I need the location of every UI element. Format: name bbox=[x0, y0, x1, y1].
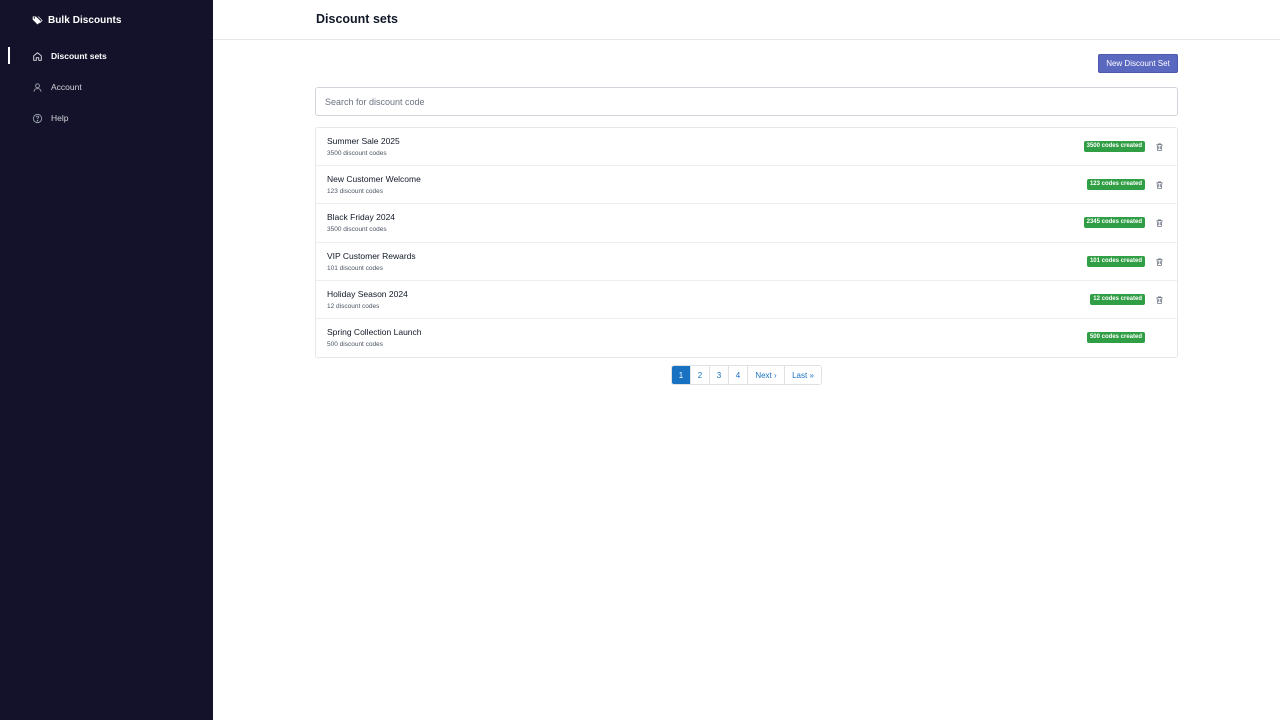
brand-name: Bulk Discounts bbox=[48, 14, 122, 26]
discount-code-count: 101 discount codes bbox=[327, 264, 384, 272]
sidebar-item-label: Account bbox=[51, 82, 82, 92]
next-page-button[interactable]: Next › bbox=[748, 366, 785, 384]
sidebar-item-label: Discount sets bbox=[51, 51, 107, 61]
status-badge: 101 codes created bbox=[1086, 255, 1145, 267]
home-icon bbox=[32, 51, 43, 62]
brand[interactable]: Bulk Discounts bbox=[32, 13, 122, 27]
tags-icon bbox=[32, 15, 43, 26]
status-badge: 500 codes created bbox=[1086, 331, 1145, 343]
page-4-button[interactable]: 4 bbox=[729, 366, 748, 384]
page-title: Discount sets bbox=[316, 12, 398, 26]
discount-code-count: 3500 discount codes bbox=[327, 226, 387, 234]
discount-code-count: 12 discount codes bbox=[327, 302, 380, 310]
discount-set-name: Black Friday 2024 bbox=[327, 212, 396, 223]
discount-set-list: Summer Sale 2025 3500 discount codes 350… bbox=[315, 127, 1178, 359]
status-badge: 2345 codes created bbox=[1083, 217, 1145, 229]
trash-icon[interactable] bbox=[1155, 295, 1164, 305]
discount-set-name: New Customer Welcome bbox=[327, 174, 421, 185]
sidebar: Bulk Discounts Discount sets Account Hel… bbox=[0, 0, 213, 720]
discount-set-name: Holiday Season 2024 bbox=[327, 288, 408, 299]
page-2-button[interactable]: 2 bbox=[691, 366, 710, 384]
last-page-button[interactable]: Last » bbox=[785, 366, 821, 384]
sidebar-item-discount-sets[interactable]: Discount sets bbox=[0, 46, 213, 66]
discount-code-count: 123 discount codes bbox=[327, 188, 384, 196]
sidebar-item-account[interactable]: Account bbox=[0, 77, 213, 97]
list-item[interactable]: Spring Collection Launch 500 discount co… bbox=[316, 319, 1177, 357]
sidebar-item-help[interactable]: Help bbox=[0, 108, 213, 128]
new-discount-set-button[interactable]: New Discount Set bbox=[1098, 54, 1178, 73]
page-1-button[interactable]: 1 bbox=[672, 366, 691, 384]
discount-set-name: VIP Customer Rewards bbox=[327, 250, 416, 261]
search-input[interactable] bbox=[315, 87, 1178, 116]
list-item[interactable]: Black Friday 2024 3500 discount codes 23… bbox=[316, 204, 1177, 243]
status-badge: 12 codes created bbox=[1090, 293, 1145, 305]
trash-icon[interactable] bbox=[1155, 142, 1164, 152]
user-icon bbox=[32, 82, 43, 93]
discount-set-name: Spring Collection Launch bbox=[327, 326, 422, 337]
trash-icon[interactable] bbox=[1155, 257, 1164, 267]
page-header: Discount sets bbox=[213, 0, 1280, 40]
sidebar-item-label: Help bbox=[51, 113, 69, 123]
list-item[interactable]: VIP Customer Rewards 101 discount codes … bbox=[316, 243, 1177, 281]
status-badge: 3500 codes created bbox=[1083, 141, 1145, 152]
trash-icon[interactable] bbox=[1155, 180, 1164, 190]
discount-code-count: 3500 discount codes bbox=[327, 150, 387, 157]
help-circle-icon bbox=[32, 113, 43, 124]
list-item[interactable]: Holiday Season 2024 12 discount codes 12… bbox=[316, 281, 1177, 319]
discount-set-name: Summer Sale 2025 bbox=[327, 136, 400, 146]
pagination: 1 2 3 4 Next › Last » bbox=[671, 365, 822, 385]
discount-code-count: 500 discount codes bbox=[327, 340, 384, 348]
page-3-button[interactable]: 3 bbox=[710, 366, 729, 384]
status-badge: 123 codes created bbox=[1086, 179, 1145, 191]
trash-icon[interactable] bbox=[1155, 218, 1164, 228]
list-item[interactable]: Summer Sale 2025 3500 discount codes 350… bbox=[316, 128, 1177, 167]
list-item[interactable]: New Customer Welcome 123 discount codes … bbox=[316, 166, 1177, 205]
